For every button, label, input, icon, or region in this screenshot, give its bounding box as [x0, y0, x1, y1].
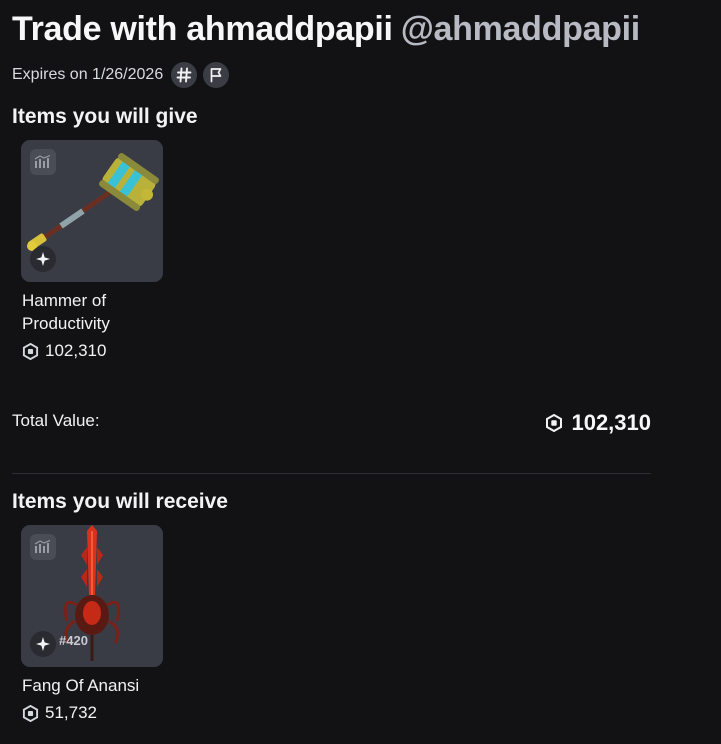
- receive-item-price-value: 51,732: [45, 703, 97, 722]
- total-value-label: Total Value:: [12, 411, 100, 430]
- receive-section-title: Items you will receive: [12, 490, 228, 513]
- total-value: 102,310: [545, 410, 651, 436]
- trade-meta: Expires on 1/26/2026: [12, 62, 230, 88]
- give-item-price: 102,310: [22, 341, 106, 361]
- hash-icon: [176, 67, 192, 83]
- trade-partner-handle[interactable]: @ahmaddpapii: [401, 10, 641, 49]
- give-item-price-value: 102,310: [45, 341, 107, 360]
- trade-header: Trade with ahmaddpapii @ahmaddpapii: [12, 10, 640, 49]
- robux-icon: [22, 704, 39, 722]
- page-title: Trade with ahmaddpapii: [12, 10, 393, 48]
- give-section-title: Items you will give: [12, 105, 198, 128]
- total-value-amount: 102,310: [571, 410, 651, 435]
- serial-number: #420: [59, 633, 88, 648]
- section-divider: [12, 473, 651, 474]
- expiration-date: Expires on 1/26/2026: [12, 66, 164, 83]
- receive-item-price: 51,732: [22, 703, 97, 723]
- limited-sparkle-icon: [36, 252, 50, 266]
- robux-icon: [22, 342, 39, 360]
- report-button[interactable]: [203, 62, 230, 88]
- give-item-name[interactable]: Hammer of Productivity: [22, 289, 162, 335]
- limited-badge: [30, 631, 56, 657]
- flag-icon: [210, 68, 222, 83]
- give-item-thumbnail[interactable]: [21, 140, 163, 282]
- trade-id-button[interactable]: [171, 62, 198, 88]
- limited-badge: [30, 246, 56, 272]
- limited-sparkle-icon: [36, 637, 50, 651]
- robux-icon: [546, 414, 563, 432]
- receive-item-name[interactable]: Fang Of Anansi: [22, 674, 162, 697]
- receive-item-thumbnail[interactable]: #420: [21, 525, 163, 667]
